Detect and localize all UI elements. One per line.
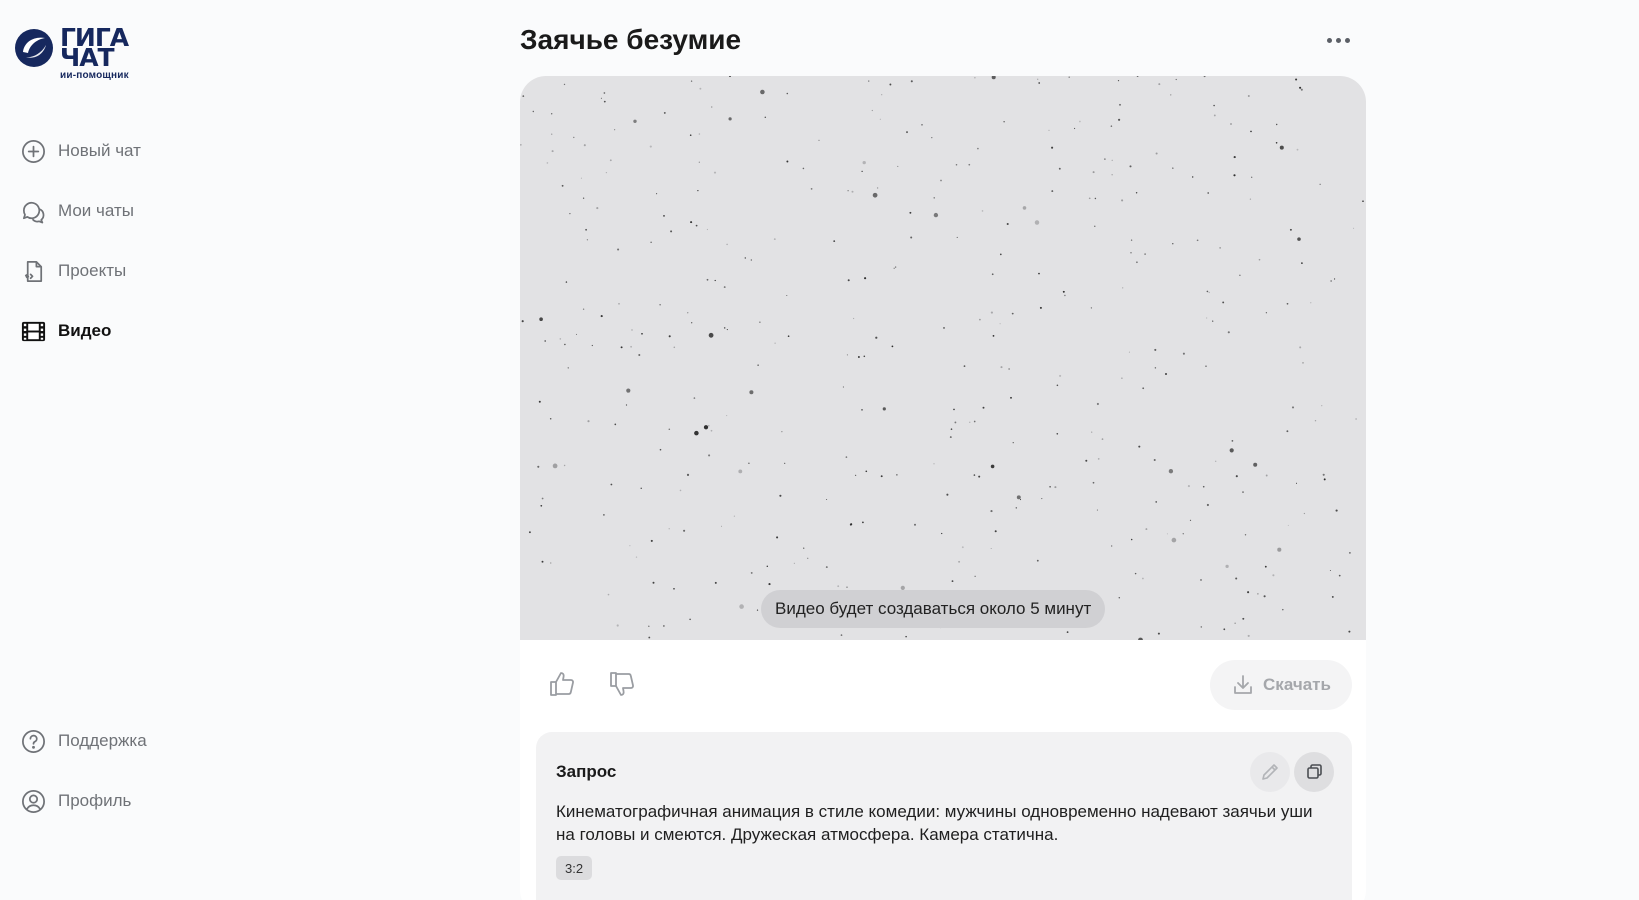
app-root: ГИГА ЧАТ ии-помощник Новый чат Мои чаты [0,0,1639,900]
sidebar-item-label: Проекты [58,261,127,280]
dot-icon [1335,37,1341,43]
sidebar-item-label: Видео [58,321,112,340]
sidebar-nav: Новый чат Мои чаты Проекты Видео [20,136,141,376]
aspect-ratio-badge: 3:2 [556,856,593,880]
video-card: Видео будет создаваться около 5 минут Ск… [520,76,1366,900]
copy-icon [1307,764,1322,779]
request-title: Запрос [556,762,617,781]
copy-request-button[interactable] [1294,752,1334,792]
sidebar-item-label: Мои чаты [58,201,134,220]
thumbs-up-icon[interactable] [546,668,578,700]
sidebar: ГИГА ЧАТ ии-помощник Новый чат Мои чаты [0,0,300,900]
logo-mark-icon [15,29,53,67]
more-options-button[interactable] [1322,26,1354,54]
gigachat-logo[interactable]: ГИГА ЧАТ ии-помощник [14,25,129,81]
sidebar-item-label: Поддержка [58,731,147,750]
dot-icon [1326,37,1332,43]
sidebar-item-new-chat[interactable]: Новый чат [20,136,141,166]
logo-line-2: ЧАТ [60,43,115,72]
pencil-icon [1262,764,1278,780]
request-panel: Запрос Кинематографичная анимация в стил… [536,732,1352,900]
edit-request-button[interactable] [1250,752,1290,792]
request-text: Кинематографичная анимация в стиле комед… [556,802,1313,844]
project-doc-icon [24,260,43,282]
download-icon [1234,675,1252,694]
video-status-badge: Видео будет создаваться около 5 минут [761,590,1106,628]
sidebar-item-support[interactable]: Поддержка [20,726,147,756]
sidebar-item-video[interactable]: Видео [20,316,141,346]
user-circle-icon [22,789,45,813]
logo-subtitle: ии-помощник [60,70,129,81]
video-actions: Скачать [520,640,1366,730]
sidebar-item-profile[interactable]: Профиль [20,786,147,816]
sidebar-item-projects[interactable]: Проекты [20,256,141,286]
page-title: Заячье безумие [520,24,742,55]
thumbs-down-icon[interactable] [606,668,638,700]
sidebar-item-label: Новый чат [58,141,141,160]
download-label: Скачать [1263,675,1331,694]
video-preview: Видео будет создаваться около 5 минут [520,76,1366,640]
question-circle-icon [22,729,45,753]
sidebar-bottom-nav: Поддержка Профиль [20,726,147,846]
download-button[interactable]: Скачать [1210,660,1352,710]
plus-circle-icon [22,139,45,163]
chat-bubbles-icon [22,201,45,223]
dot-icon [1344,37,1350,43]
film-icon [21,321,46,341]
sidebar-item-label: Профиль [58,791,132,810]
sidebar-item-my-chats[interactable]: Мои чаты [20,196,141,226]
noise-pattern [520,76,1364,640]
